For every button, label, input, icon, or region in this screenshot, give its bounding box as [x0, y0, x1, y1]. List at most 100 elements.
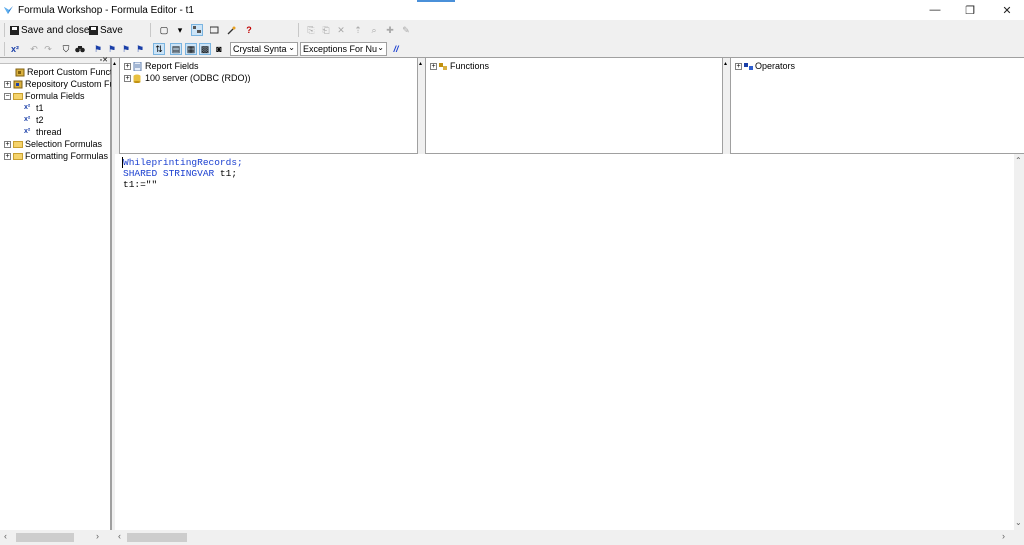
- scroll-up-icon[interactable]: ⌃: [1015, 156, 1022, 165]
- taskbar-accent: [417, 0, 455, 2]
- editor-horizontal-scrollbar[interactable]: ‹ ›: [115, 530, 1024, 544]
- tree-item-formatting-formulas[interactable]: + Formatting Formulas: [4, 150, 108, 162]
- code-line-1: WhileprintingRecords;: [123, 157, 243, 168]
- show-functions-tree-icon[interactable]: ▦: [185, 43, 197, 55]
- scrollbar-thumb[interactable]: [16, 533, 74, 542]
- operators-pane-handle[interactable]: ▴: [722, 58, 731, 154]
- tree-item-label: 100 server (ODBC (RDO)): [145, 73, 251, 83]
- restore-button[interactable]: ❐: [953, 0, 987, 20]
- tree-item-label: t1: [36, 103, 44, 113]
- expand-icon[interactable]: +: [124, 74, 131, 82]
- tree-item-formula-thread[interactable]: x² thread: [24, 126, 62, 138]
- code-line-3: t1:="": [123, 179, 158, 190]
- scroll-left-icon[interactable]: ‹: [4, 531, 7, 541]
- bookmark-next-icon[interactable]: ⚑: [106, 43, 118, 55]
- code-keyword: SHARED STRINGVAR: [123, 168, 215, 179]
- help-icon[interactable]: ?: [243, 24, 255, 36]
- report-fields-pane: + Report Fields + 100 server (ODBC (RDO)…: [120, 58, 417, 154]
- toolbar-grip: [298, 23, 300, 37]
- disconnect-repository-icon[interactable]: ✎: [400, 24, 412, 36]
- fields-pane-handle[interactable]: ▴: [111, 58, 120, 154]
- scroll-right-icon[interactable]: ›: [96, 531, 99, 541]
- tree-item-operators[interactable]: + Operators: [735, 60, 795, 72]
- expand-icon[interactable]: +: [4, 140, 11, 148]
- new-formula-icon[interactable]: ▢: [158, 24, 170, 36]
- show-text-window-icon[interactable]: ◙: [213, 43, 225, 55]
- tree-item-formula-fields[interactable]: − Formula Fields: [4, 90, 85, 102]
- save-button[interactable]: Save: [89, 23, 123, 38]
- add-to-repository-icon[interactable]: ✚: [384, 24, 396, 36]
- pane-scroll-up-icon[interactable]: ▴: [724, 61, 730, 67]
- operators-pane: + Operators: [731, 58, 1024, 154]
- show-operators-tree-icon[interactable]: ▩: [199, 43, 211, 55]
- pane-scroll-up-icon[interactable]: ▴: [419, 61, 425, 67]
- functions-pane-handle[interactable]: ▴: [417, 58, 426, 154]
- find-binoculars-icon[interactable]: [74, 43, 86, 55]
- tree-item-label: Functions: [450, 61, 490, 71]
- comment-toggle-icon[interactable]: //: [390, 43, 402, 55]
- minimize-button[interactable]: —: [918, 0, 952, 20]
- exceptions-for-nulls-select[interactable]: Exceptions For Nu ⌄: [300, 42, 387, 56]
- tree-item-formula-t1[interactable]: x² t1: [24, 102, 44, 114]
- expand-icon[interactable]: +: [4, 80, 11, 88]
- expand-icon[interactable]: +: [124, 62, 131, 70]
- close-button[interactable]: ✕: [990, 0, 1024, 20]
- editor-toolbar: x² ↶ ↷ ⛉ ⚑ ⚑ ⚑ ⚑ ⇅ ▤ ▦ ▩ ◙ Crystal Synta…: [0, 40, 1024, 58]
- operators-icon: [744, 62, 753, 70]
- tree-item-label: Repository Custom Fu: [25, 79, 115, 89]
- tree-item-selection-formulas[interactable]: + Selection Formulas: [4, 138, 102, 150]
- expand-icon[interactable]: +: [430, 62, 437, 70]
- tree-item-functions[interactable]: + Functions: [430, 60, 489, 72]
- functions-icon: [439, 62, 447, 70]
- bookmark-clear-icon[interactable]: ⚑: [134, 43, 146, 55]
- collapse-icon[interactable]: −: [4, 92, 11, 100]
- formula-icon: x²: [24, 116, 31, 123]
- scroll-left-icon[interactable]: ‹: [118, 531, 121, 541]
- check-syntax-icon[interactable]: x²: [9, 43, 21, 55]
- scrollbar-thumb[interactable]: [127, 533, 187, 542]
- close-panel-icon[interactable]: ▫✕: [100, 56, 108, 64]
- editor-vertical-scrollbar[interactable]: ⌃ ⌄: [1014, 154, 1024, 530]
- browse-data-icon[interactable]: ⛉: [60, 43, 72, 55]
- expert-wand-icon[interactable]: [225, 24, 237, 36]
- tree-item-formula-t2[interactable]: x² t2: [24, 114, 44, 126]
- delete-icon[interactable]: ✕: [335, 24, 347, 36]
- tree-horizontal-scrollbar[interactable]: ‹ ›: [0, 530, 111, 544]
- folder-icon: [13, 92, 23, 100]
- sort-tree-icon[interactable]: ⇅: [153, 43, 165, 55]
- scroll-down-icon[interactable]: ⌄: [1015, 518, 1022, 527]
- redo-icon[interactable]: ↷: [42, 43, 54, 55]
- save-label: Save: [100, 25, 123, 36]
- tree-item-repository-custom-functions[interactable]: + Repository Custom Fu: [4, 78, 115, 90]
- tree-item-label: Operators: [755, 61, 796, 71]
- undo-icon[interactable]: ↶: [28, 43, 40, 55]
- pane-scroll-up-icon[interactable]: ▴: [113, 61, 119, 67]
- code-text: t1;: [214, 168, 238, 179]
- formula-text-editor[interactable]: WhileprintingRecords; SHARED STRINGVAR t…: [115, 154, 1014, 530]
- tree-item-database-server[interactable]: + 100 server (ODBC (RDO)): [124, 72, 251, 84]
- bookmark-toggle-icon[interactable]: ⚑: [92, 43, 104, 55]
- scroll-right-icon[interactable]: ›: [1002, 531, 1005, 541]
- copy-icon[interactable]: ⎘: [305, 24, 317, 36]
- rename-icon[interactable]: ⇡: [352, 24, 364, 36]
- save-and-close-button[interactable]: Save and close: [10, 23, 89, 38]
- chevron-down-icon: ⌄: [288, 43, 295, 52]
- tree-item-label: t2: [36, 115, 44, 125]
- code-line-2: SHARED STRINGVAR t1;: [123, 168, 237, 179]
- show-fields-tree-icon[interactable]: ▤: [170, 43, 182, 55]
- bookmark-prev-icon[interactable]: ⚑: [120, 43, 132, 55]
- tree-item-report-custom-functions[interactable]: Report Custom Funct: [4, 66, 113, 78]
- formula-tree-panel: ▫✕ Report Custom Funct + Repository Cust…: [0, 56, 115, 530]
- expand-icon[interactable]: +: [4, 152, 11, 160]
- new-dropdown-icon[interactable]: ▾: [174, 24, 186, 36]
- tree-item-label: Selection Formulas: [25, 139, 103, 149]
- syntax-select[interactable]: Crystal Synta ⌄: [230, 42, 298, 56]
- paste-icon[interactable]: ⎗: [320, 24, 332, 36]
- properties-icon[interactable]: [208, 24, 220, 36]
- expand-icon[interactable]: +: [735, 62, 742, 70]
- database-icon: [133, 74, 141, 83]
- toggle-tree-icon[interactable]: [191, 24, 203, 36]
- search-repo-icon[interactable]: ⌕: [368, 24, 380, 36]
- tree-item-report-fields[interactable]: + Report Fields: [124, 60, 199, 72]
- floppy-icon: [10, 26, 19, 35]
